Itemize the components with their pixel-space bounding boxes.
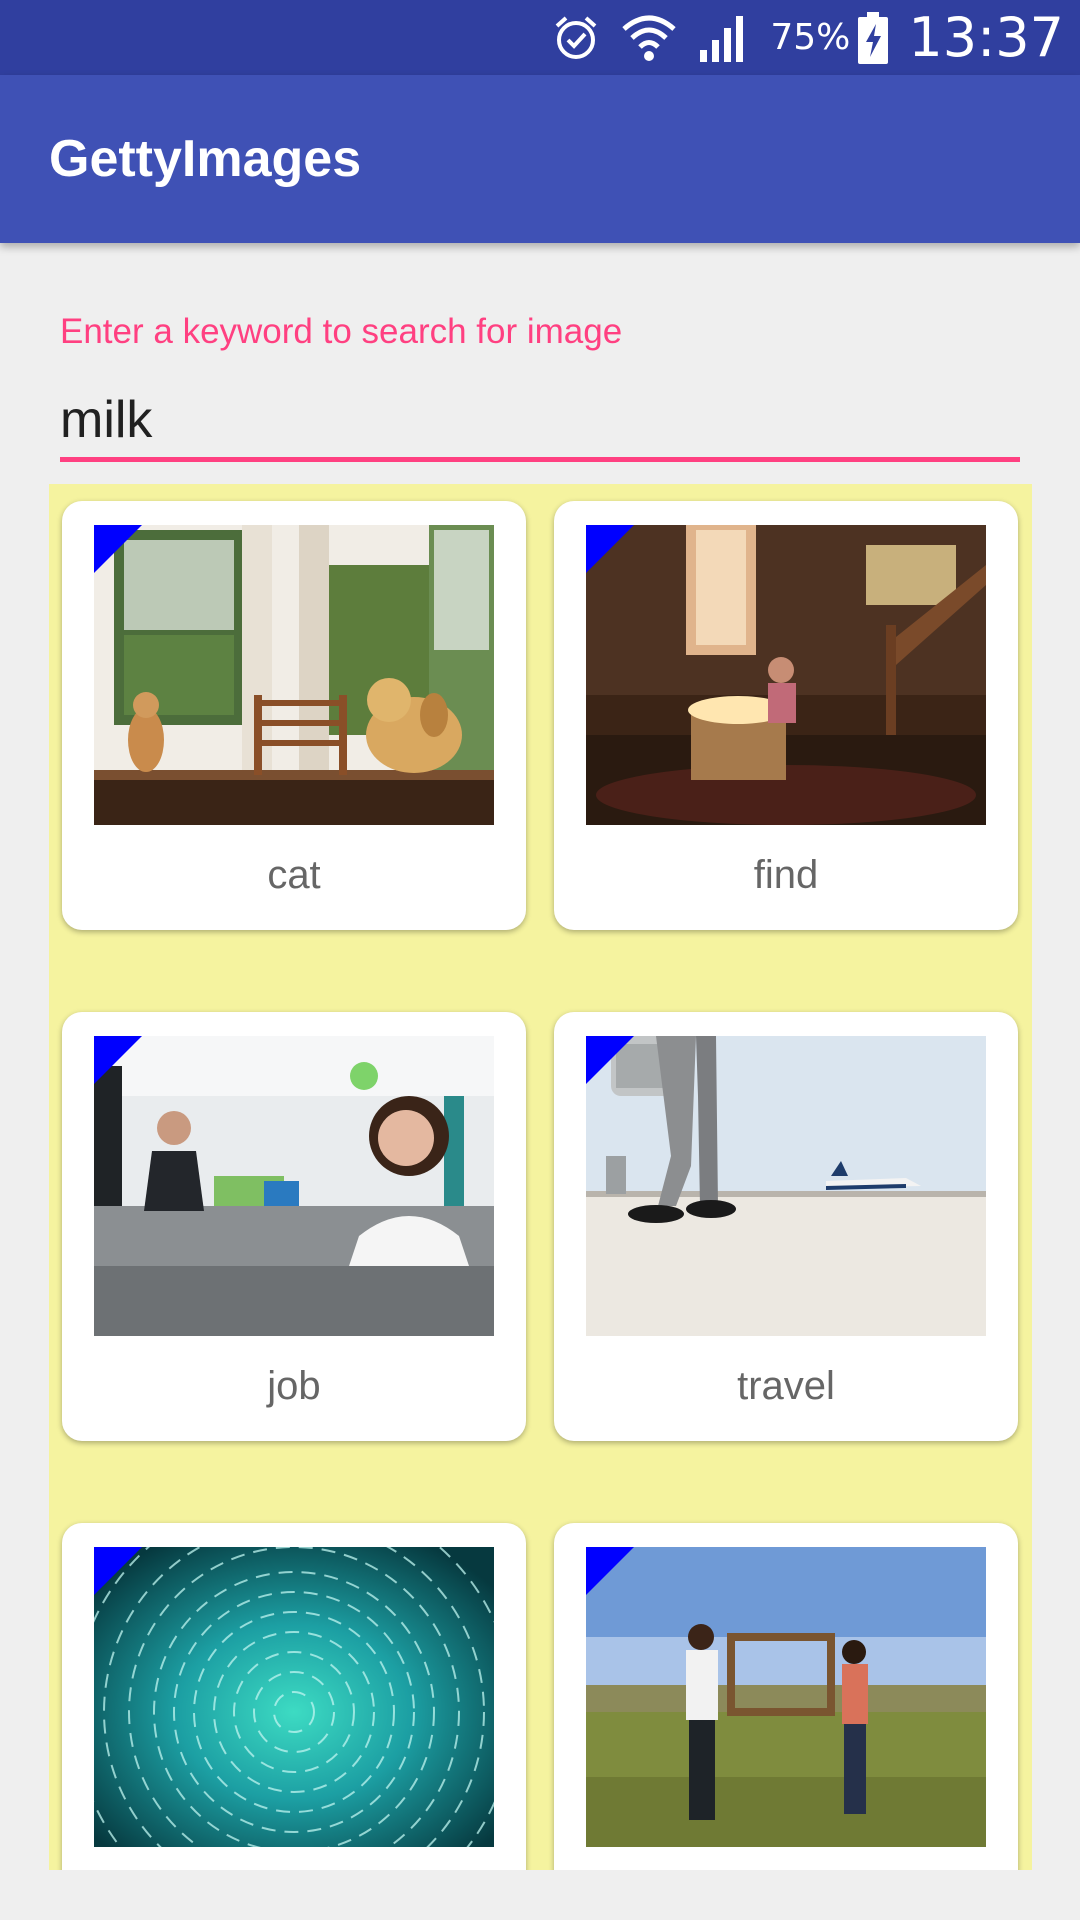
result-image[interactable] (586, 525, 986, 825)
result-card[interactable] (554, 1523, 1018, 1870)
result-caption: job (267, 1364, 321, 1408)
search-input[interactable] (60, 380, 1020, 460)
result-card[interactable]: job (62, 1012, 526, 1441)
result-caption: cat (267, 853, 321, 897)
result-image[interactable] (586, 1036, 986, 1336)
result-image[interactable] (94, 1036, 494, 1336)
signal-icon (698, 14, 748, 62)
results-grid[interactable]: cat find job travel (49, 484, 1032, 1870)
result-caption: travel (737, 1364, 835, 1408)
battery-percentage: 75% (770, 17, 851, 58)
result-card[interactable]: cat (62, 501, 526, 930)
result-image[interactable] (94, 1547, 494, 1847)
wifi-icon (622, 13, 677, 63)
result-image[interactable] (586, 1547, 986, 1847)
status-bar: 75% 13:37 (0, 0, 1080, 75)
app-title: GettyImages (49, 130, 362, 188)
search-hint-label: Enter a keyword to search for image (60, 312, 623, 351)
result-image[interactable] (94, 525, 494, 825)
result-card[interactable]: travel (554, 1012, 1018, 1441)
battery-charging-icon (858, 11, 889, 64)
result-card[interactable]: find (554, 501, 1018, 930)
result-caption: find (753, 853, 819, 897)
alarm-icon (552, 14, 600, 62)
search-underline (60, 457, 1020, 462)
clock: 13:37 (908, 6, 1064, 69)
result-card[interactable] (62, 1523, 526, 1870)
app-bar: GettyImages (0, 75, 1080, 243)
